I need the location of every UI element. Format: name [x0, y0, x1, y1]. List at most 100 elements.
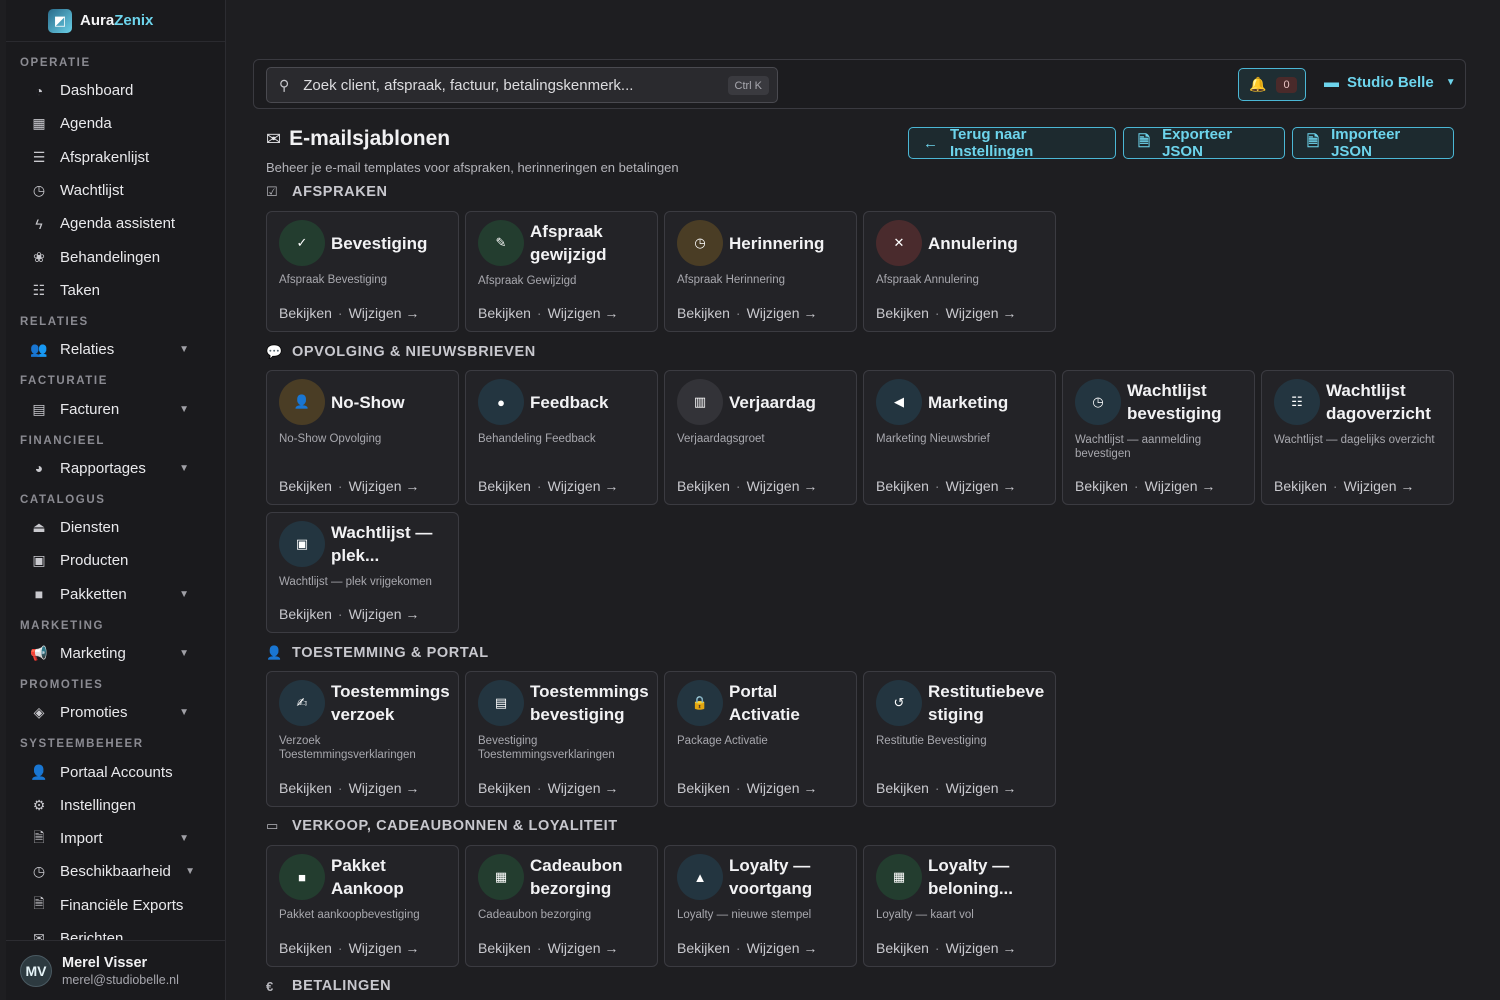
- view-link[interactable]: Bekijken: [677, 478, 730, 494]
- template-card[interactable]: ■ Pakket Aankoop Pakket aankoopbevestiging…: [266, 845, 459, 967]
- edit-link[interactable]: Wijzigen →: [946, 478, 1017, 494]
- user-profile[interactable]: MV Merel Visser merel@studiobelle.nl: [6, 940, 225, 1000]
- sidebar-item-beschikbaarheid[interactable]: ◷ Beschikbaarheid ▼: [6, 855, 225, 888]
- view-link[interactable]: Bekijken: [876, 780, 929, 796]
- sidebar-item-instellingen[interactable]: ⚙ Instellingen: [6, 789, 225, 822]
- template-card[interactable]: ↺ Restitutiebeve stiging Restitutie Bevest…: [863, 671, 1056, 807]
- template-card[interactable]: ▦ Cadeaubon bezorging Cadeaubon bezorging B…: [465, 845, 658, 967]
- sidebar-item-agenda[interactable]: ▦ Agenda: [6, 107, 225, 140]
- view-link[interactable]: Bekijken: [677, 780, 730, 796]
- template-card[interactable]: ☷ Wachtlijst dagoverzicht Wachtlijst — dag…: [1261, 370, 1454, 505]
- sidebar-item-rapportages[interactable]: ◕ Rapportages ▼: [6, 452, 225, 485]
- view-link[interactable]: Bekijken: [478, 780, 531, 796]
- edit-link[interactable]: Wijzigen →: [349, 940, 420, 956]
- template-card-subtitle: Wachtlijst — aanmelding bevestigen: [1075, 434, 1202, 460]
- sidebar-item-portaal-accounts[interactable]: 👤 Portaal Accounts: [6, 755, 225, 788]
- template-card[interactable]: ▤ Toestemmings bevestiging Bevestiging Toe…: [465, 671, 658, 807]
- edit-link[interactable]: Wijzigen →: [747, 478, 818, 494]
- template-card[interactable]: 👤 No-Show No-Show Opvolging Bekijken · Wijzig…: [266, 370, 459, 505]
- edit-link[interactable]: Wijzigen →: [946, 780, 1017, 796]
- edit-link[interactable]: Wijzigen →: [548, 305, 619, 321]
- template-card[interactable]: ✕ Annulering Afspraak Annulering Bekijken · W…: [863, 211, 1056, 332]
- sidebar-item-promoties[interactable]: ◈ Promoties ▼: [6, 696, 225, 729]
- section-title-opvolging: 💬 OPVOLGING & NIEUWSBRIEVEN: [266, 344, 536, 360]
- view-link[interactable]: Bekijken: [677, 940, 730, 956]
- template-card[interactable]: ◷ Wachtlijst bevestiging Wachtlijst — aanm…: [1062, 370, 1255, 505]
- view-link[interactable]: Bekijken: [1075, 478, 1128, 494]
- sidebar-item-afsprakenlijst[interactable]: ☰ Afsprakenlijst: [6, 141, 225, 174]
- view-link[interactable]: Bekijken: [478, 940, 531, 956]
- view-link[interactable]: Bekijken: [478, 478, 531, 494]
- edit-link[interactable]: Wijzigen →: [747, 780, 818, 796]
- template-card-title: Wachtlijst dagoverzicht: [1326, 381, 1431, 423]
- view-link[interactable]: Bekijken: [279, 606, 332, 622]
- view-link[interactable]: Bekijken: [876, 478, 929, 494]
- sidebar-item-berichten[interactable]: ✉ Berichten: [6, 922, 225, 940]
- edit-link[interactable]: Wijzigen →: [946, 940, 1017, 956]
- sidebar-item-import[interactable]: 🗎 Import ▼: [6, 822, 225, 855]
- lotus-icon: ❀: [33, 248, 45, 265]
- calendar-check-icon: ▣: [279, 521, 325, 567]
- sidebar-item-agenda-assistent[interactable]: ϟ Agenda assistent: [6, 207, 225, 240]
- template-card-subtitle: Wachtlijst — plek vrijgekomen: [279, 576, 432, 588]
- section-title-toestemming: 👤 TOESTEMMING & PORTAL: [266, 645, 489, 661]
- page-subtitle: Beheer je e-mail templates voor afsprake…: [266, 160, 679, 175]
- edit-link[interactable]: Wijzigen →: [349, 478, 420, 494]
- sidebar-item-relaties[interactable]: 👥 Relaties ▼: [6, 333, 225, 366]
- sidebar-item-producten[interactable]: ▣ Producten: [6, 544, 225, 577]
- search-input[interactable]: ⚲ Zoek client, afspraak, factuur, betali…: [266, 67, 778, 103]
- export-json-button[interactable]: 🗎 Exporteer JSON: [1123, 126, 1285, 160]
- edit-link[interactable]: Wijzigen →: [349, 305, 420, 321]
- edit-link[interactable]: Wijzigen →: [548, 940, 619, 956]
- sidebar-item-taken[interactable]: ☷ Taken: [6, 274, 225, 307]
- view-link[interactable]: Bekijken: [279, 305, 332, 321]
- template-card[interactable]: ▦ Loyalty — beloning... Loyalty — kaart vo…: [863, 845, 1056, 967]
- edit-link[interactable]: Wijzigen →: [548, 780, 619, 796]
- pencil-icon: ✎: [478, 220, 524, 266]
- edit-link[interactable]: Wijzigen →: [1344, 478, 1415, 494]
- separator-dot: ·: [934, 940, 940, 956]
- sidebar-item-marketing[interactable]: 📢 Marketing ▼: [6, 637, 225, 670]
- template-card[interactable]: ✍ Toestemmings verzoek Verzoek Toestemming…: [266, 671, 459, 807]
- edit-link[interactable]: Wijzigen →: [349, 606, 420, 622]
- import-json-button[interactable]: 🗎 Importeer JSON: [1292, 126, 1454, 160]
- edit-link[interactable]: Wijzigen →: [946, 305, 1017, 321]
- view-link[interactable]: Bekijken: [876, 940, 929, 956]
- template-card[interactable]: ◷ Herinnering Afspraak Herinnering Bekijken…: [664, 211, 857, 332]
- sidebar-item-pakketten[interactable]: ■ Pakketten ▼: [6, 578, 225, 611]
- template-card[interactable]: ▣ Wachtlijst — plek... Wachtlijst — plek v…: [266, 512, 459, 633]
- back-to-settings-button[interactable]: ← Terug naar Instellingen: [908, 126, 1116, 160]
- view-link[interactable]: Bekijken: [876, 305, 929, 321]
- sidebar-item-dashboard[interactable]: ◔ Dashboard: [6, 74, 225, 107]
- notifications-button[interactable]: 🔔 0: [1238, 68, 1306, 101]
- view-link[interactable]: Bekijken: [1274, 478, 1327, 494]
- brand[interactable]: ◩ AuraZenix: [6, 0, 225, 42]
- template-card[interactable]: ✎ Afspraak gewijzigd Afspraak Gewijzigd Bek…: [465, 211, 658, 332]
- template-card[interactable]: 🔒 Portal Activatie Package Activatie Bekijk…: [664, 671, 857, 807]
- template-card[interactable]: ● Feedback Behandeling Feedback Bekijken · Wi…: [465, 370, 658, 505]
- sidebar-item-financiele-exports[interactable]: 🗎 Financiële Exports: [6, 889, 225, 922]
- template-card[interactable]: ▲ Loyalty — voortgang Loyalty — nieuwe ste…: [664, 845, 857, 967]
- bell-icon: 🔔: [1249, 76, 1267, 92]
- template-card[interactable]: ▥ Verjaardag Verjaardagsgroet Bekijken · Wijz…: [664, 370, 857, 505]
- view-link[interactable]: Bekijken: [279, 780, 332, 796]
- section-title-betalingen: € BETALINGEN: [266, 978, 392, 994]
- template-card[interactable]: ✓ Bevestiging Afspraak Bevestiging Bekijken…: [266, 211, 459, 332]
- sidebar-item-wachtlijst[interactable]: ◷ Wachtlijst: [6, 174, 225, 207]
- edit-link[interactable]: Wijzigen →: [349, 780, 420, 796]
- edit-link[interactable]: Wijzigen →: [1145, 478, 1216, 494]
- megaphone-icon: ◀: [876, 379, 922, 425]
- nav-section-financieel: FINANCIEEL: [20, 434, 105, 447]
- edit-link[interactable]: Wijzigen →: [548, 478, 619, 494]
- sidebar-item-diensten[interactable]: ⏏ Diensten: [6, 511, 225, 544]
- edit-link[interactable]: Wijzigen →: [747, 305, 818, 321]
- sidebar-item-behandelingen[interactable]: ❀ Behandelingen: [6, 240, 225, 273]
- view-link[interactable]: Bekijken: [677, 305, 730, 321]
- template-card[interactable]: ◀ Marketing Marketing Nieuwsbrief Bekijken ·…: [863, 370, 1056, 505]
- view-link[interactable]: Bekijken: [478, 305, 531, 321]
- view-link[interactable]: Bekijken: [279, 940, 332, 956]
- studio-selector[interactable]: ▬ Studio Belle ▼: [1324, 74, 1456, 91]
- view-link[interactable]: Bekijken: [279, 478, 332, 494]
- edit-link[interactable]: Wijzigen →: [747, 940, 818, 956]
- sidebar-item-facturen[interactable]: ▤ Facturen ▼: [6, 392, 225, 425]
